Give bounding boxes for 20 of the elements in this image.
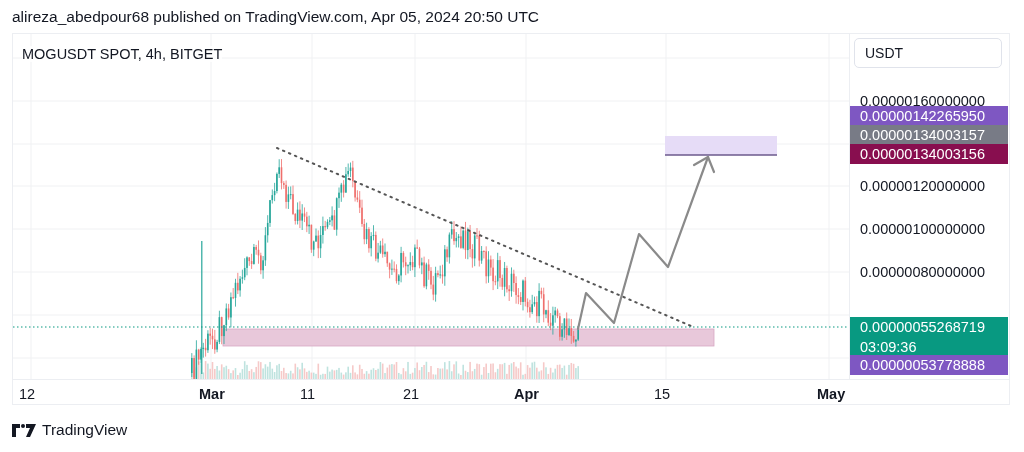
time-label: 21 <box>403 386 420 402</box>
price-label: 0.00000142265950 <box>850 106 1008 126</box>
price-label: 0.00000134003156 <box>850 144 1008 164</box>
price-label: 0.00000134003157 <box>850 125 1008 145</box>
price-label: 0.00000053778888 <box>850 355 1008 375</box>
time-label: 15 <box>654 386 671 402</box>
price-tick: 0.00000120000000 <box>860 177 985 195</box>
price-label: 0.00000055268719 03:09:36 <box>850 317 1008 357</box>
symbol-title: MOGUSDT SPOT, 4h, BITGET <box>22 46 223 62</box>
price-tick: 0.00000100000000 <box>860 220 985 238</box>
price-tick: 0.00000080000000 <box>860 263 985 281</box>
time-label: 11 <box>300 386 316 402</box>
brand-name: TradingView <box>42 421 128 439</box>
publish-info: alireza_abedpour68 published on TradingView.com, Apr 05, 2024 20:50 UTC <box>12 8 540 26</box>
time-label: 12 <box>19 386 36 402</box>
countdown-timer: 03:09:36 <box>860 338 918 357</box>
currency-button[interactable]: USDT <box>854 38 1002 68</box>
time-label: May <box>817 386 846 402</box>
time-label: Mar <box>199 386 225 402</box>
time-label: Apr <box>514 386 539 402</box>
